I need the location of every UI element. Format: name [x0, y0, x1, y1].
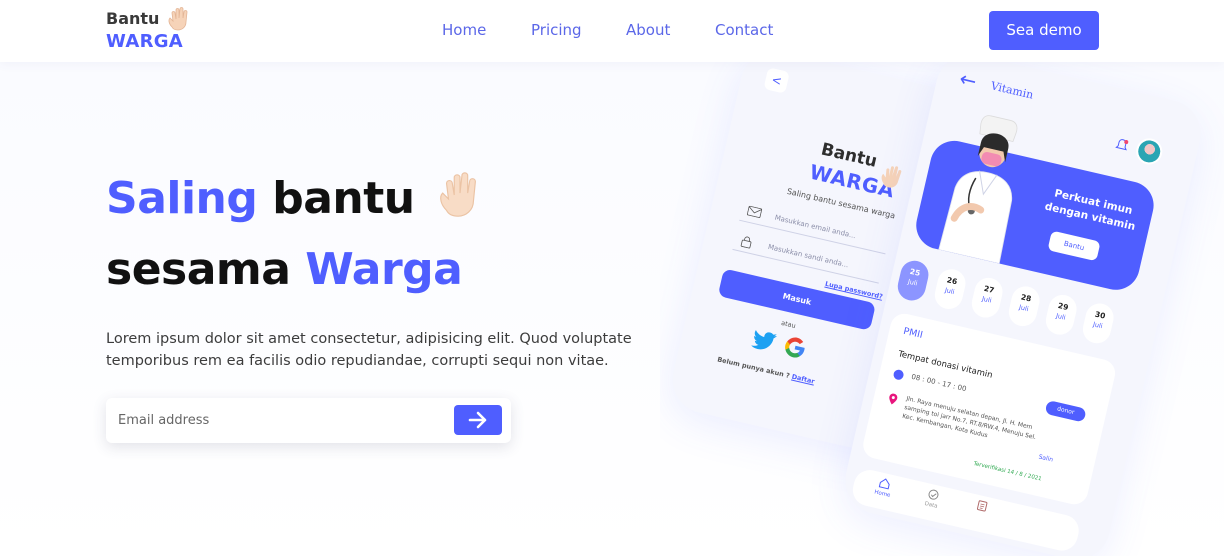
hero-title-word-1: bantu: [272, 173, 415, 224]
hero-description: Lorem ipsum dolor sit amet consectetur, …: [106, 331, 632, 369]
card-organization: PMII: [902, 325, 924, 341]
email-submit-button[interactable]: [454, 405, 502, 435]
hero-title-word-2: sesama: [106, 244, 291, 295]
brand-name-bottom: WARGA: [106, 31, 184, 52]
nav-link-about[interactable]: About: [626, 20, 670, 40]
phone-nav-more: [961, 496, 1003, 519]
document-icon: [976, 500, 988, 512]
mail-icon: [746, 205, 763, 218]
brand-name-top: Bantu: [106, 9, 160, 28]
brand-logo[interactable]: Bantu WARGA: [106, 7, 196, 54]
twitter-icon: [750, 330, 778, 350]
waving-hand-icon: [168, 7, 188, 31]
hero-title-accent-1: Saling: [106, 173, 258, 224]
phone-or-divider: atau: [780, 318, 797, 330]
phone-login-button: Masuk: [717, 268, 877, 331]
location-pin-icon: [889, 393, 898, 405]
hero-title-accent-2: Warga: [305, 244, 463, 295]
chart-icon: [928, 489, 939, 500]
bell-icon: [1115, 139, 1129, 151]
date-item: 29 Juli: [1043, 292, 1080, 338]
phone-banner-text: Perkuat imun dengan vitamin: [1043, 187, 1137, 234]
home-icon: [878, 478, 890, 490]
phone-register-link: Daftar: [790, 372, 816, 386]
email-input[interactable]: [118, 398, 448, 443]
app-mockups: < Bantu WARGA Saling bantu sesama warga …: [660, 62, 1224, 556]
phone-nav-home: Home: [862, 473, 905, 501]
card-verified-date: Terverifikasi 14 / 8 / 2021: [972, 460, 1043, 483]
user-avatar: [1133, 135, 1165, 168]
waving-hand-icon: [881, 166, 902, 188]
phone-page-title: Vitamin: [989, 79, 1035, 102]
arrow-right-icon: [468, 411, 487, 429]
navbar: Bantu WARGA Home Pricing About Contact S…: [0, 0, 1224, 62]
nav-link-contact[interactable]: Contact: [715, 20, 773, 40]
nav-link-pricing[interactable]: Pricing: [531, 20, 582, 40]
card-copy-link: Salin: [1037, 453, 1054, 464]
card-tag: donor: [1044, 399, 1087, 423]
email-signup-form: [106, 398, 511, 443]
phone-banner-button: Bantu: [1047, 230, 1101, 262]
card-time: 08 : 00 - 17 : 00: [910, 372, 968, 394]
back-icon: <: [763, 67, 790, 94]
phone-social-logins: [750, 327, 824, 366]
phone-password-placeholder: Masukkan sandi anda...: [767, 242, 850, 270]
demo-button[interactable]: Sea demo: [989, 11, 1099, 50]
date-item: 30 Juli: [1080, 300, 1117, 346]
doctor-illustration: [938, 115, 1018, 265]
card-address: Jln. Raya menuju selatan depan, Jl. H. M…: [901, 395, 1037, 442]
hero-title: Saling bantu sesama Warga: [106, 163, 666, 305]
back-arrow-icon: ←: [957, 66, 979, 94]
date-item: 26 Juli: [932, 266, 969, 312]
date-item: 28 Juli: [1006, 283, 1043, 329]
nav-link-home[interactable]: Home: [442, 20, 486, 40]
google-icon: [785, 337, 805, 358]
lock-icon: [740, 236, 752, 249]
phone-nav-data: Data: [911, 484, 954, 512]
phone-email-placeholder: Masukkan email anda...: [773, 213, 857, 241]
clock-icon: [892, 368, 905, 381]
date-item: 25 Juli: [894, 257, 932, 304]
phone-register-text: Belum punya akun ?: [716, 355, 791, 380]
date-item: 27 Juli: [969, 275, 1006, 321]
waving-hand-icon: [440, 172, 477, 217]
